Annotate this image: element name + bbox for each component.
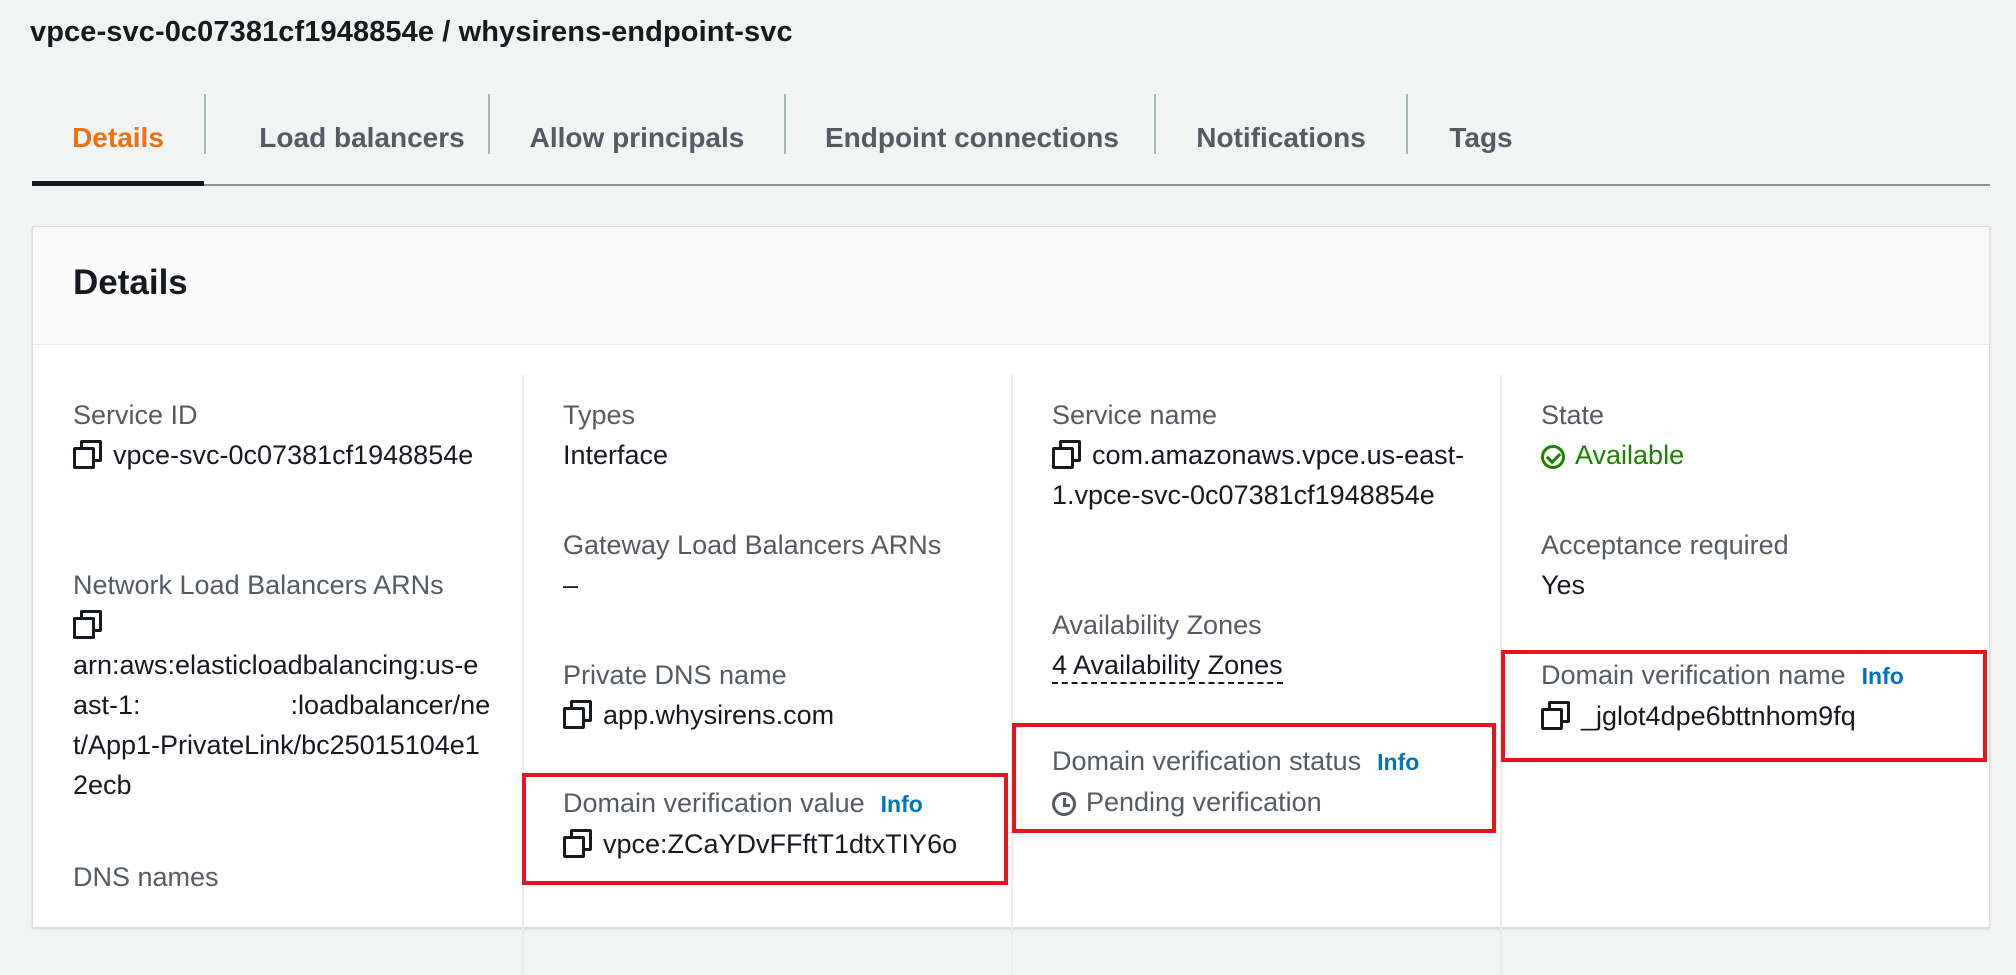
check-circle-icon xyxy=(1541,445,1565,469)
column-divider xyxy=(522,375,524,975)
column-divider xyxy=(1011,375,1013,975)
availability-zones-value: 4 Availability Zones xyxy=(1052,645,1472,685)
gwlb-arns-field: Gateway Load Balancers ARNs – xyxy=(563,525,983,605)
private-dns-label: Private DNS name xyxy=(563,660,787,690)
private-dns-text: app.whysirens.com xyxy=(603,700,835,730)
highlight-box xyxy=(522,773,1008,885)
service-name-text: com.amazonaws.vpce.us-east-1.vpce-svc-0c… xyxy=(1052,440,1465,510)
tab-notifications[interactable]: Notifications xyxy=(1156,92,1406,184)
state-label: State xyxy=(1541,400,1605,430)
availability-zones-field: Availability Zones 4 Availability Zones xyxy=(1052,605,1472,685)
types-field: Types Interface xyxy=(563,395,983,475)
service-id-value: vpce-svc-0c07381cf1948854e xyxy=(73,435,493,475)
copy-icon[interactable] xyxy=(73,610,102,639)
dns-names-field: DNS names xyxy=(73,857,493,897)
acceptance-required-label: Acceptance required xyxy=(1541,530,1789,560)
nlb-arns-field: Network Load Balancers ARNs arn:aws:elas… xyxy=(73,565,493,805)
tab-load-balancers[interactable]: Load balancers xyxy=(206,92,518,184)
copy-icon[interactable] xyxy=(73,440,102,469)
availability-zones-popover[interactable]: 4 Availability Zones xyxy=(1052,650,1283,684)
availability-zones-label: Availability Zones xyxy=(1052,610,1262,640)
tab-details[interactable]: Details xyxy=(32,92,204,186)
tab-bar: Details Load balancers Allow principals … xyxy=(32,92,1990,186)
gwlb-arns-value: – xyxy=(563,570,579,600)
state-value: Available xyxy=(1541,435,1961,475)
tab-endpoint-connections[interactable]: Endpoint connections xyxy=(786,92,1158,184)
page-title: vpce-svc-0c07381cf1948854e / whysirens-e… xyxy=(30,16,793,48)
types-value: Interface xyxy=(563,440,669,470)
panel-header: Details xyxy=(33,227,1989,345)
highlight-box xyxy=(1501,650,1987,762)
acceptance-required-field: Acceptance required Yes xyxy=(1541,525,1961,605)
details-panel: Details Service ID vpce-svc-0c07381cf194… xyxy=(32,226,1990,975)
service-id-text: vpce-svc-0c07381cf1948854e xyxy=(113,440,474,470)
dns-names-label: DNS names xyxy=(73,862,219,892)
gwlb-arns-label: Gateway Load Balancers ARNs xyxy=(563,530,942,560)
acceptance-required-value: Yes xyxy=(1541,570,1586,600)
nlb-arns-value: arn:aws:elasticloadbalancing:us-east-1: … xyxy=(73,650,491,800)
copy-icon[interactable] xyxy=(1052,440,1081,469)
nlb-arns-label: Network Load Balancers ARNs xyxy=(73,570,444,600)
service-id-label: Service ID xyxy=(73,400,198,430)
state-text: Available xyxy=(1575,440,1685,470)
tab-allow-principals[interactable]: Allow principals xyxy=(490,92,784,184)
service-id-field: Service ID vpce-svc-0c07381cf1948854e xyxy=(73,395,493,475)
types-label: Types xyxy=(563,400,636,430)
highlight-box xyxy=(1012,723,1496,833)
copy-icon[interactable] xyxy=(563,700,592,729)
private-dns-field: Private DNS name app.whysirens.com xyxy=(563,655,983,735)
panel-title: Details xyxy=(73,263,188,302)
tab-tags[interactable]: Tags xyxy=(1408,92,1554,184)
service-name-field: Service name com.amazonaws.vpce.us-east-… xyxy=(1052,395,1472,515)
private-dns-value: app.whysirens.com xyxy=(563,695,983,735)
service-name-label: Service name xyxy=(1052,400,1218,430)
nlb-arns-copy-row xyxy=(73,605,493,645)
state-field: State Available xyxy=(1541,395,1961,475)
service-name-value: com.amazonaws.vpce.us-east-1.vpce-svc-0c… xyxy=(1052,435,1472,515)
